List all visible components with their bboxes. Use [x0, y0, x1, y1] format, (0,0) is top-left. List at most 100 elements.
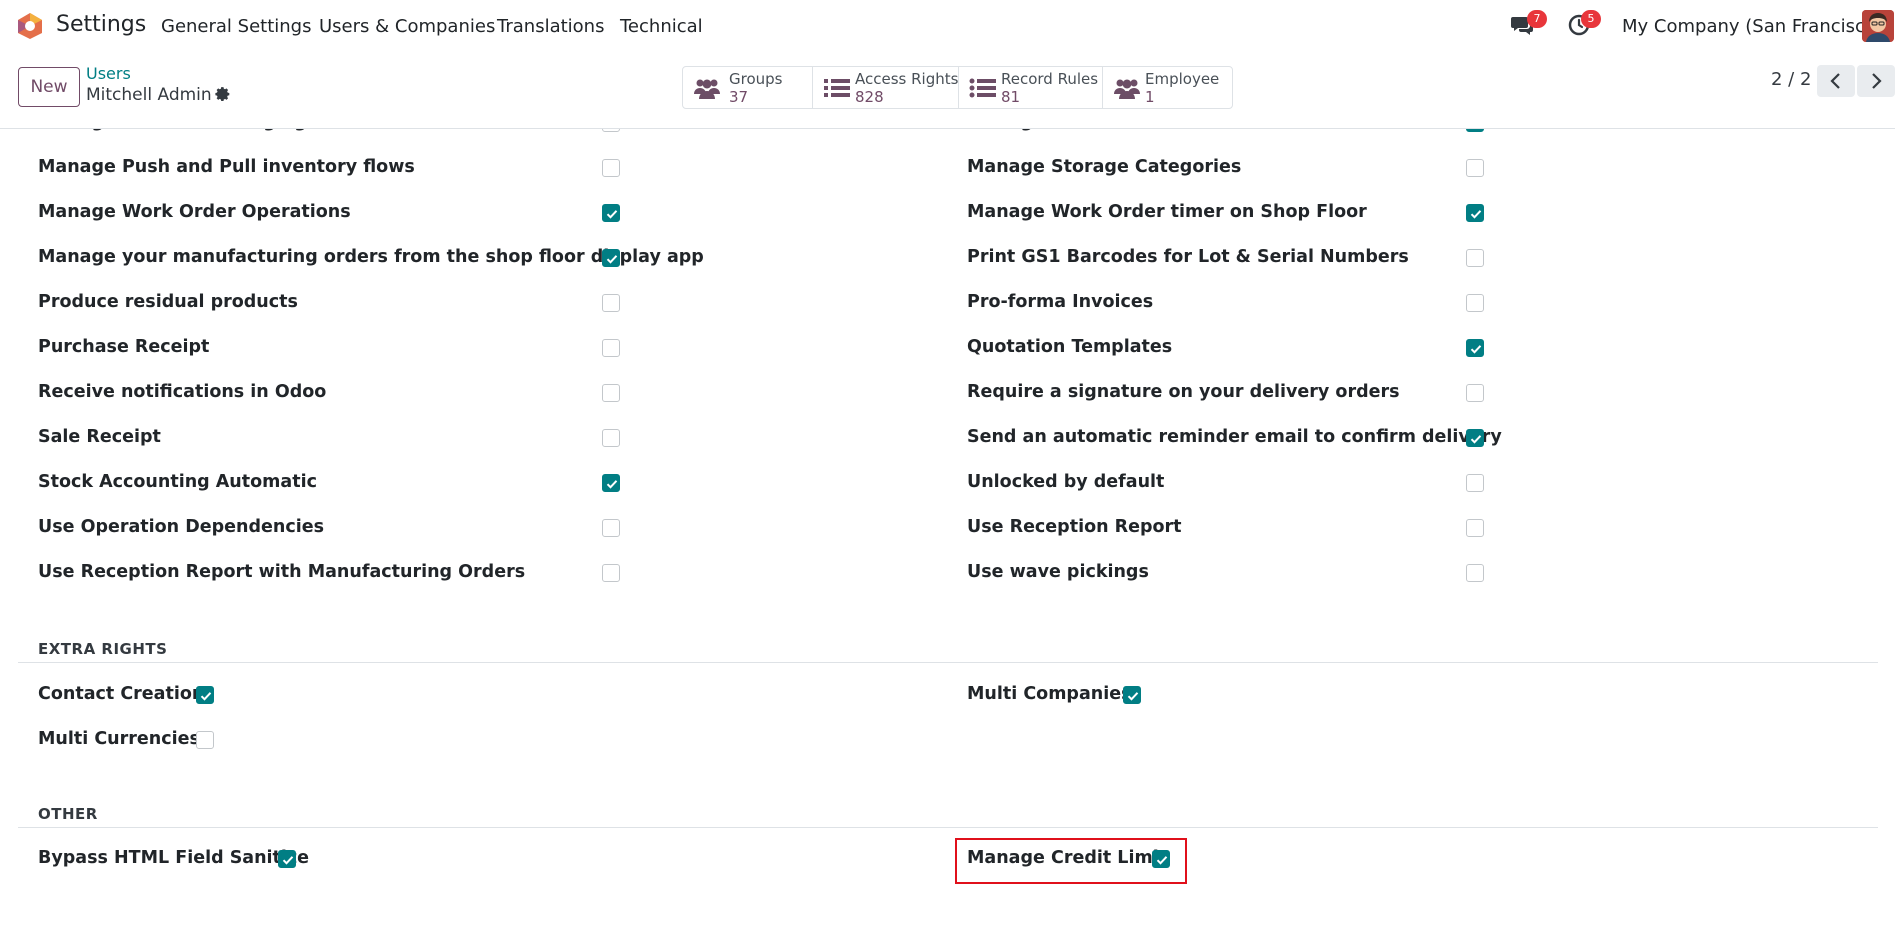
checkmark-icon	[1127, 692, 1139, 701]
smart-button-employee[interactable]: Employee 1	[1103, 67, 1234, 108]
checkmark-icon	[200, 692, 212, 701]
field-label: Multi Companies	[967, 684, 1132, 704]
checkbox[interactable]	[602, 519, 620, 537]
checkbox[interactable]	[602, 564, 620, 582]
avatar-image	[1862, 10, 1894, 42]
checkbox-multi-currencies[interactable]	[196, 731, 214, 749]
field-label: Manage Work Order Operations	[38, 202, 351, 222]
menu-translations[interactable]: Translations	[497, 16, 604, 37]
smart-label: Groups	[729, 70, 783, 88]
checkmark-icon	[1470, 345, 1482, 354]
new-button[interactable]: New	[18, 67, 80, 107]
activities-badge: 5	[1581, 10, 1601, 28]
control-panel: New Users Mitchell Admin Groups 37 Acces…	[0, 51, 1895, 129]
checkbox[interactable]	[1466, 204, 1484, 222]
checkbox[interactable]	[602, 474, 620, 492]
checkbox[interactable]	[1466, 159, 1484, 177]
checkbox-contact-creation[interactable]	[196, 686, 214, 704]
checkbox-bypass-html-field-sanitize[interactable]	[278, 850, 296, 868]
app-title[interactable]: Settings	[56, 12, 146, 37]
record-name: Mitchell Admin	[86, 85, 212, 105]
field-label: Send an automatic reminder email to conf…	[967, 427, 1502, 447]
menu-users-companies[interactable]: Users & Companies	[319, 16, 495, 37]
field-label: Print GS1 Barcodes for Lot & Serial Numb…	[967, 247, 1409, 267]
checkmark-icon	[1470, 210, 1482, 219]
messages-badge: 7	[1527, 10, 1547, 28]
field-label: Manage Push and Pull inventory flows	[38, 157, 415, 177]
checkbox[interactable]	[602, 384, 620, 402]
field-label: Bypass HTML Field Sanitize	[38, 848, 309, 868]
checkbox[interactable]	[602, 159, 620, 177]
pager-previous-button[interactable]	[1817, 65, 1855, 97]
checkbox[interactable]	[1466, 294, 1484, 312]
field-label: Stock Accounting Automatic	[38, 472, 317, 492]
gear-icon[interactable]	[214, 86, 232, 104]
checkbox[interactable]	[602, 204, 620, 222]
field-label: Multi Currencies	[38, 729, 200, 749]
field-label: Use Operation Dependencies	[38, 517, 324, 537]
chevron-right-icon	[1872, 73, 1882, 89]
field-label: Produce residual products	[38, 292, 298, 312]
breadcrumb-users[interactable]: Users	[86, 64, 131, 83]
company-switcher[interactable]: My Company (San Francisco)	[1622, 16, 1883, 37]
field-label: Manage Work Order timer on Shop Floor	[967, 202, 1367, 222]
checkmark-icon	[1470, 435, 1482, 444]
checkbox[interactable]	[1466, 474, 1484, 492]
pager-next-button[interactable]	[1857, 65, 1895, 97]
checkmark-icon	[606, 255, 618, 264]
highlight-annotation	[955, 838, 1187, 884]
section-divider	[18, 662, 1878, 663]
field-label: Sale Receipt	[38, 427, 161, 447]
field-label: Receive notifications in Odoo	[38, 382, 327, 402]
smart-buttons: Groups 37 Access Rights 828 Record Rules…	[682, 66, 1233, 109]
field-label: Use Reception Report with Manufacturing …	[38, 562, 526, 582]
field-label: Require a signature on your delivery ord…	[967, 382, 1400, 402]
checkbox-multi-companies[interactable]	[1123, 686, 1141, 704]
field-label: Contact Creation	[38, 684, 205, 704]
checkbox[interactable]	[1466, 339, 1484, 357]
smart-button-groups[interactable]: Groups 37	[683, 67, 813, 108]
checkbox[interactable]	[602, 339, 620, 357]
section-divider	[18, 827, 1878, 828]
smart-label: Access Rights	[855, 70, 959, 88]
pager-value[interactable]: 2 / 2	[1771, 69, 1811, 90]
field-label: Quotation Templates	[967, 337, 1173, 357]
menu-general-settings[interactable]: General Settings	[161, 16, 312, 37]
checkbox[interactable]	[602, 249, 620, 267]
users-icon	[694, 79, 720, 99]
chevron-left-icon	[1830, 73, 1840, 89]
field-label: Use Reception Report	[967, 517, 1182, 537]
smart-button-record-rules[interactable]: Record Rules 81	[959, 67, 1103, 108]
smart-value: 37	[729, 88, 749, 106]
checkmark-icon	[606, 210, 618, 219]
smart-value: 828	[855, 88, 884, 106]
field-label: Purchase Receipt	[38, 337, 210, 357]
top-navbar: Settings General Settings Users & Compan…	[0, 0, 1895, 51]
checkbox[interactable]	[1466, 384, 1484, 402]
section-title-other: OTHER	[38, 805, 98, 823]
field-label: Pro-forma Invoices	[967, 292, 1154, 312]
smart-label: Employee	[1145, 70, 1220, 88]
field-label: Manage Storage Categories	[967, 157, 1242, 177]
checkbox[interactable]	[602, 294, 620, 312]
checkmark-icon	[282, 856, 294, 865]
user-avatar[interactable]	[1862, 10, 1894, 42]
checkmark-icon	[606, 480, 618, 489]
section-title-extra-rights: EXTRA RIGHTS	[38, 640, 168, 658]
smart-button-access-rights[interactable]: Access Rights 828	[813, 67, 959, 108]
checkbox[interactable]	[1466, 249, 1484, 267]
users-icon	[1114, 79, 1140, 99]
checkbox[interactable]	[602, 429, 620, 447]
smart-value: 1	[1145, 88, 1155, 106]
list-icon	[824, 79, 850, 97]
checkbox[interactable]	[1466, 564, 1484, 582]
menu-technical[interactable]: Technical	[620, 16, 703, 37]
list-icon	[969, 78, 996, 98]
field-label: Unlocked by default	[967, 472, 1165, 492]
checkbox[interactable]	[1466, 429, 1484, 447]
odoo-app-icon[interactable]	[16, 12, 44, 40]
smart-label: Record Rules	[1001, 70, 1099, 88]
smart-value: 81	[1001, 88, 1021, 106]
field-label: Use wave pickings	[967, 562, 1149, 582]
checkbox[interactable]	[1466, 519, 1484, 537]
